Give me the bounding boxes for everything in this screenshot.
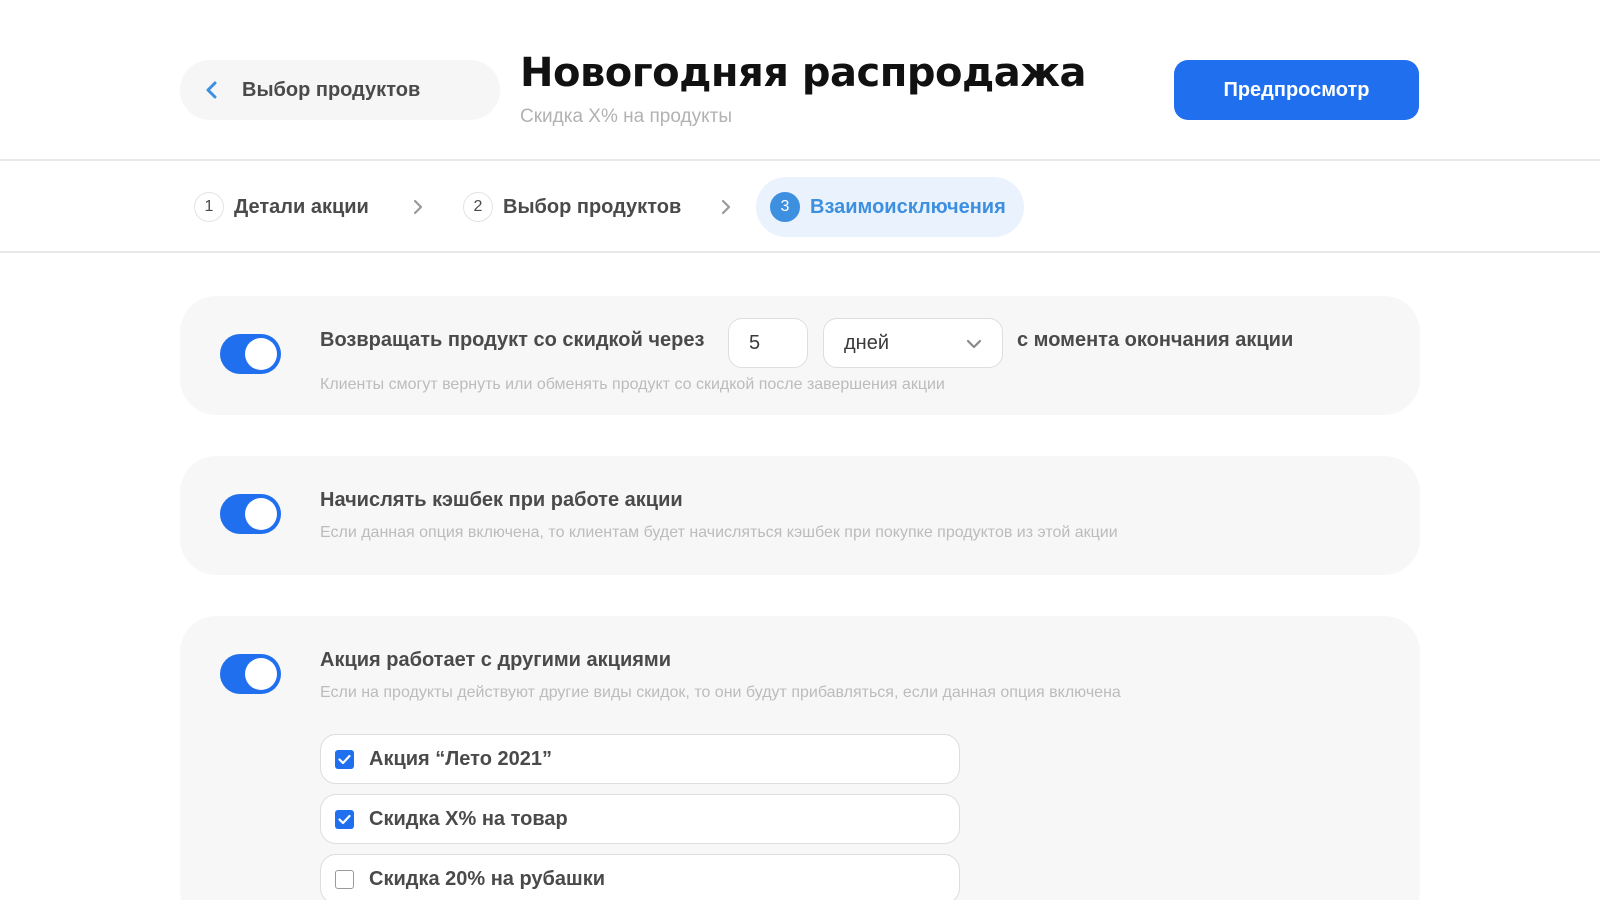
combine-option-title: Акция работает с другими акциями — [320, 649, 672, 671]
return-option-description: Клиенты смогут вернуть или обменять прод… — [320, 376, 945, 393]
toggle-knob — [245, 498, 277, 530]
stepper: 1 Детали акции 2 Выбор продуктов 3 Взаим… — [0, 161, 1600, 253]
promo-checkbox-label: Скидка 20% на рубашки — [369, 867, 606, 890]
return-unit-select[interactable]: дней — [823, 318, 1003, 368]
step-number: 2 — [463, 192, 493, 222]
combine-option-card: Акция работает с другими акциями Если на… — [180, 616, 1420, 900]
cashback-option-toggle[interactable] — [220, 494, 281, 534]
step-label: Выбор продуктов — [503, 195, 682, 218]
cashback-option-description: Если данная опция включена, то клиентам … — [320, 524, 1118, 541]
chevron-right-icon — [716, 197, 736, 217]
toggle-knob — [245, 338, 277, 370]
combine-option-toggle[interactable] — [220, 654, 281, 694]
return-option-toggle[interactable] — [220, 334, 281, 374]
step-details[interactable]: 1 Детали акции — [180, 177, 383, 237]
checkbox-unchecked-icon[interactable] — [335, 869, 354, 889]
promo-checkbox-row[interactable]: Скидка 20% на рубашки — [320, 854, 960, 900]
back-button-label: Выбор продуктов — [242, 78, 421, 101]
combine-option-description: Если на продукты действуют другие виды с… — [320, 684, 1121, 701]
chevron-down-icon — [964, 334, 984, 354]
step-number: 1 — [194, 192, 224, 222]
cashback-option-card: Начислять кэшбек при работе акции Если д… — [180, 456, 1420, 575]
return-option-card: Возвращать продукт со скидкой через 5 дн… — [180, 296, 1420, 415]
cashback-option-title: Начислять кэшбек при работе акции — [320, 489, 683, 511]
return-days-input[interactable]: 5 — [728, 318, 808, 368]
step-exclusions[interactable]: 3 Взаимоисключения — [756, 177, 1024, 237]
preview-button[interactable]: Предпросмотр — [1174, 60, 1419, 120]
page-header: Выбор продуктов Новогодняя распродажа Ск… — [0, 0, 1600, 161]
checkbox-checked-icon[interactable] — [335, 749, 354, 769]
chevron-right-icon — [408, 197, 428, 217]
step-label: Взаимоисключения — [810, 195, 1006, 218]
toggle-knob — [245, 658, 277, 690]
page-title: Новогодняя распродажа — [520, 50, 1087, 96]
chevron-left-icon — [202, 80, 222, 100]
return-option-suffix: с момента окончания акции — [1017, 329, 1294, 351]
promo-checkbox-label: Скидка X% на товар — [369, 807, 568, 830]
promo-checkbox-label: Акция “Лето 2021” — [369, 747, 552, 770]
checkbox-checked-icon[interactable] — [335, 809, 354, 829]
step-products[interactable]: 2 Выбор продуктов — [449, 177, 695, 237]
page-subtitle: Скидка X% на продукты — [520, 106, 732, 127]
back-button[interactable]: Выбор продуктов — [180, 60, 500, 120]
promo-checkbox-row[interactable]: Скидка X% на товар — [320, 794, 960, 844]
return-option-prefix: Возвращать продукт со скидкой через — [320, 329, 705, 351]
promo-checkbox-row[interactable]: Акция “Лето 2021” — [320, 734, 960, 784]
return-unit-value: дней — [844, 331, 890, 354]
step-label: Детали акции — [234, 195, 369, 218]
step-number: 3 — [770, 192, 800, 222]
